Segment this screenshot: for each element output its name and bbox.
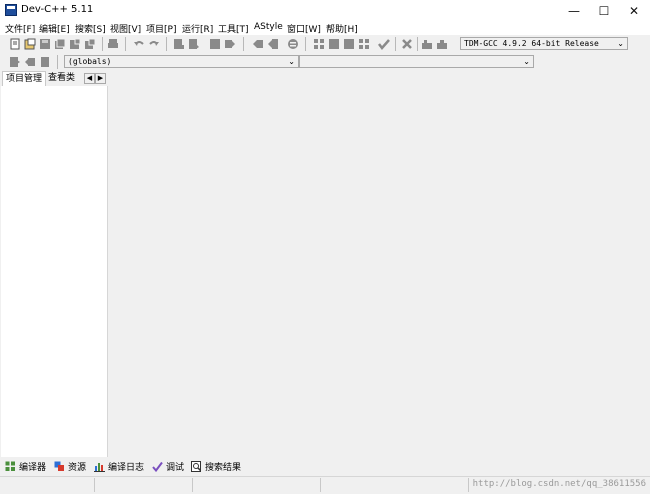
stop-execution-icon[interactable] xyxy=(401,38,413,50)
check-icon xyxy=(152,461,163,472)
menu-search[interactable]: 搜索[S] xyxy=(75,22,106,35)
menu-window[interactable]: 窗口[W] xyxy=(287,22,321,35)
bottom-tabs: 编译器 资源 编译日志 调试 搜索结果 xyxy=(0,458,650,474)
toolbar-separator xyxy=(305,37,306,51)
maximize-icon[interactable]: ☐ xyxy=(589,0,619,21)
main-toolbar: TDM-GCC 4.9.2 64-bit Release ⌄ xyxy=(0,35,650,53)
class-toolbar: (globals) ⌄ ⌄ xyxy=(0,53,650,71)
app-icon xyxy=(5,4,17,16)
chevron-down-icon: ⌄ xyxy=(523,57,530,66)
rebuild-all-icon[interactable] xyxy=(358,38,370,50)
compiler-select-value: TDM-GCC 4.9.2 64-bit Release xyxy=(464,39,599,48)
menu-astyle[interactable]: AStyle xyxy=(254,22,283,32)
tab-debug[interactable]: 调试 xyxy=(152,458,184,474)
tab-project-manager[interactable]: 项目管理 xyxy=(2,71,47,86)
tab-compile-log-label: 编译日志 xyxy=(108,462,145,473)
save-icon[interactable] xyxy=(39,38,51,50)
tab-class-browser[interactable]: 查看类 xyxy=(45,71,78,86)
status-cell xyxy=(96,478,193,492)
menu-project[interactable]: 项目[P] xyxy=(146,22,176,35)
tab-compile-log[interactable]: 编译日志 xyxy=(94,458,144,474)
tab-scroll-left-icon[interactable]: ◀ xyxy=(84,73,95,84)
toolbar-separator xyxy=(417,37,418,51)
resources-icon xyxy=(54,461,64,471)
undo-icon[interactable] xyxy=(133,38,145,50)
menu-tools[interactable]: 工具[T] xyxy=(218,22,249,35)
toggle-bookmark-icon[interactable] xyxy=(24,56,36,68)
menu-run[interactable]: 运行[R] xyxy=(182,22,213,35)
print-icon[interactable] xyxy=(107,38,119,50)
toggle-comment-icon[interactable] xyxy=(287,38,299,50)
tab-debug-label: 调试 xyxy=(166,462,185,473)
replace-icon[interactable] xyxy=(188,38,200,50)
editor-area[interactable] xyxy=(108,71,650,457)
toolbar-separator xyxy=(125,37,126,51)
open-file-icon[interactable] xyxy=(24,38,36,50)
close-file-icon[interactable] xyxy=(69,38,81,50)
tab-compiler[interactable]: 编译器 xyxy=(5,458,46,474)
toolbar-separator xyxy=(166,37,167,51)
scope-select[interactable]: (globals) ⌄ xyxy=(64,55,299,68)
close-all-icon[interactable] xyxy=(84,38,96,50)
compile-icon[interactable] xyxy=(313,38,325,50)
watermark-text: http://blog.csdn.net/qq_38611556 xyxy=(472,479,646,489)
unindent-icon[interactable] xyxy=(252,38,264,50)
menu-help[interactable]: 帮助[H] xyxy=(326,22,358,35)
compiler-grid-icon xyxy=(5,461,15,471)
find-next-icon[interactable] xyxy=(209,38,221,50)
toolbar-separator xyxy=(395,37,396,51)
compile-run-icon[interactable] xyxy=(343,38,355,50)
side-tabs: 项目管理 查看类 ◀ ▶ xyxy=(0,71,108,86)
syntax-check-icon[interactable] xyxy=(378,38,390,50)
tab-search-results-label: 搜索结果 xyxy=(205,462,242,473)
insert-icon[interactable] xyxy=(9,56,21,68)
tab-scroll-right-icon[interactable]: ▶ xyxy=(95,73,106,84)
menu-edit[interactable]: 编辑[E] xyxy=(39,22,70,35)
new-file-icon[interactable] xyxy=(9,38,21,50)
tab-resources[interactable]: 资源 xyxy=(54,458,86,474)
member-select[interactable]: ⌄ xyxy=(299,55,534,68)
toolbar-separator xyxy=(57,55,58,69)
redo-icon[interactable] xyxy=(148,38,160,50)
window-title: Dev-C++ 5.11 xyxy=(21,4,94,15)
goto-bookmark-icon[interactable] xyxy=(39,56,51,68)
tab-resources-label: 资源 xyxy=(68,462,87,473)
tab-compiler-label: 编译器 xyxy=(19,462,47,473)
status-cell xyxy=(194,478,321,492)
title-bar: Dev-C++ 5.11 — ☐ ✕ xyxy=(0,0,650,21)
bar-chart-icon xyxy=(94,462,105,472)
menu-bar: 文件[F] 编辑[E] 搜索[S] 视图[V] 项目[P] 运行[R] 工具[T… xyxy=(0,21,650,35)
find-icon[interactable] xyxy=(173,38,185,50)
save-all-icon[interactable] xyxy=(54,38,66,50)
chevron-down-icon: ⌄ xyxy=(288,57,295,66)
chevron-down-icon: ⌄ xyxy=(617,39,624,48)
close-icon[interactable]: ✕ xyxy=(619,0,649,21)
toolbar-separator xyxy=(243,37,244,51)
indent-icon[interactable] xyxy=(267,38,279,50)
profile-icon[interactable] xyxy=(436,38,448,50)
scope-select-value: (globals) xyxy=(68,57,112,66)
toolbar-separator xyxy=(102,37,103,51)
project-panel[interactable] xyxy=(1,86,108,457)
status-cell xyxy=(0,478,95,492)
status-bar: http://blog.csdn.net/qq_38611556 xyxy=(0,476,650,494)
menu-view[interactable]: 视图[V] xyxy=(110,22,141,35)
compiler-select[interactable]: TDM-GCC 4.9.2 64-bit Release ⌄ xyxy=(460,37,628,50)
minimize-icon[interactable]: — xyxy=(559,0,589,21)
goto-line-icon[interactable] xyxy=(224,38,236,50)
run-icon[interactable] xyxy=(328,38,340,50)
tab-search-results[interactable]: 搜索结果 xyxy=(191,458,241,474)
search-icon xyxy=(191,460,202,472)
debug-icon[interactable] xyxy=(421,38,433,50)
menu-file[interactable]: 文件[F] xyxy=(5,22,35,35)
status-cell xyxy=(322,478,469,492)
